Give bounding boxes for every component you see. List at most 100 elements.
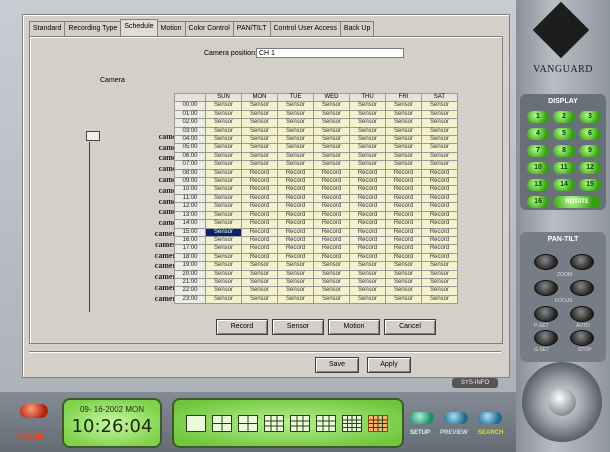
hour-label[interactable]: 06:00	[174, 151, 206, 162]
hour-label[interactable]: 07:00	[174, 160, 206, 170]
schedule-cell[interactable]: Sensor	[385, 126, 422, 137]
schedule-cell[interactable]: Sensor	[241, 286, 278, 296]
schedule-cell[interactable]: Record	[385, 185, 422, 195]
schedule-cell[interactable]: Sensor	[277, 277, 314, 288]
schedule-cell[interactable]: Sensor	[349, 294, 386, 305]
schedule-cell[interactable]: Record	[241, 185, 278, 195]
camera-position-field[interactable]: CH 1	[256, 48, 404, 58]
schedule-cell[interactable]: Sensor	[277, 143, 314, 153]
hour-label[interactable]: 09:00	[174, 177, 206, 187]
schedule-cell[interactable]: Sensor	[349, 261, 386, 271]
day-header[interactable]: SAT	[421, 92, 458, 103]
apply-button[interactable]: Apply	[367, 357, 411, 373]
schedule-cell[interactable]: Sensor	[385, 118, 422, 128]
schedule-cell[interactable]: Sensor	[241, 261, 278, 271]
schedule-cell[interactable]: Record	[277, 252, 314, 263]
channel-button[interactable]: 9	[579, 145, 601, 157]
schedule-cell[interactable]: Record	[349, 219, 386, 229]
channel-button[interactable]: 2	[553, 111, 575, 123]
schedule-cell[interactable]: Sensor	[385, 277, 422, 288]
schedule-cell[interactable]: Sensor	[385, 101, 422, 111]
schedule-cell[interactable]: Record	[277, 219, 314, 229]
schedule-cell[interactable]: Sensor	[385, 286, 422, 296]
channel-button[interactable]: 6	[579, 128, 601, 140]
schedule-cell[interactable]: Sensor	[349, 160, 386, 170]
schedule-cell[interactable]: Record	[349, 252, 386, 263]
schedule-cell[interactable]: Record	[349, 210, 386, 221]
stop-button[interactable]	[570, 330, 594, 346]
schedule-cell[interactable]: Record	[313, 185, 350, 195]
sys-info-button[interactable]: SYS-INFO	[452, 378, 498, 388]
schedule-cell[interactable]: Sensor	[205, 160, 242, 170]
hour-label[interactable]: 01:00	[174, 109, 206, 120]
hour-label[interactable]: 02:00	[174, 118, 206, 128]
hour-label[interactable]: 03:00	[174, 126, 206, 137]
focus-near-button[interactable]	[534, 280, 558, 296]
save-button[interactable]: Save	[315, 357, 359, 373]
schedule-cell[interactable]: Sensor	[385, 143, 422, 153]
channel-button[interactable]: 10	[527, 162, 549, 174]
schedule-cell[interactable]: Record	[277, 210, 314, 221]
hour-label[interactable]: 20:00	[174, 269, 206, 279]
schedule-cell[interactable]: Sensor	[277, 286, 314, 296]
hour-label[interactable]: 21:00	[174, 277, 206, 288]
layout-option-icon[interactable]	[342, 415, 362, 432]
schedule-cell[interactable]: Record	[313, 227, 350, 237]
layout-option-icon[interactable]	[212, 415, 232, 432]
schedule-cell[interactable]: Sensor	[205, 185, 242, 195]
schedule-cell[interactable]: Record	[241, 235, 278, 246]
schedule-cell[interactable]: Record	[241, 244, 278, 254]
schedule-cell[interactable]: Sensor	[205, 294, 242, 305]
schedule-cell[interactable]: Record	[349, 193, 386, 204]
channel-button[interactable]: 15	[579, 179, 601, 191]
schedule-cell[interactable]: Sensor	[349, 269, 386, 279]
channel-button[interactable]: 3	[579, 111, 601, 123]
motion-button[interactable]: Motion	[328, 319, 380, 335]
hour-label[interactable]: 08:00	[174, 168, 206, 179]
schedule-cell[interactable]: Sensor	[205, 269, 242, 279]
schedule-cell[interactable]: Sensor	[313, 151, 350, 162]
day-header[interactable]: TUE	[277, 92, 314, 103]
schedule-cell[interactable]: Sensor	[385, 269, 422, 279]
schedule-cell[interactable]: Sensor	[421, 143, 458, 153]
layout-option-icon[interactable]	[316, 415, 336, 432]
schedule-cell[interactable]: Record	[349, 227, 386, 237]
schedule-cell[interactable]: Sensor	[421, 277, 458, 288]
schedule-cell[interactable]: Record	[421, 168, 458, 179]
layout-option-icon[interactable]	[186, 415, 206, 432]
schedule-cell[interactable]: Sensor	[421, 109, 458, 120]
schedule-cell[interactable]: Record	[421, 227, 458, 237]
schedule-cell[interactable]: Record	[277, 244, 314, 254]
hour-label[interactable]: 13:00	[174, 210, 206, 221]
schedule-cell[interactable]: Record	[421, 202, 458, 212]
hour-label[interactable]: 14:00	[174, 219, 206, 229]
schedule-cell[interactable]: Sensor	[205, 244, 242, 254]
schedule-cell[interactable]: Sensor	[313, 126, 350, 137]
tab-schedule[interactable]: Schedule	[120, 19, 158, 36]
hour-label[interactable]: 04:00	[174, 135, 206, 145]
schedule-cell[interactable]: Record	[385, 244, 422, 254]
schedule-cell[interactable]: Sensor	[241, 151, 278, 162]
schedule-cell[interactable]: Sensor	[313, 101, 350, 111]
schedule-cell[interactable]: Record	[385, 227, 422, 237]
schedule-cell[interactable]: Record	[385, 235, 422, 246]
schedule-cell[interactable]: Sensor	[205, 261, 242, 271]
schedule-cell[interactable]: Sensor	[421, 101, 458, 111]
schedule-cell[interactable]: Record	[421, 177, 458, 187]
day-header[interactable]: FRI	[385, 92, 422, 103]
schedule-cell[interactable]: Record	[349, 244, 386, 254]
layout-option-icon[interactable]	[368, 415, 388, 432]
schedule-cell[interactable]: Record	[349, 177, 386, 187]
day-header[interactable]: WED	[313, 92, 350, 103]
hour-label[interactable]: 12:00	[174, 202, 206, 212]
schedule-cell[interactable]: Sensor	[349, 126, 386, 137]
sensor-button[interactable]: Sensor	[272, 319, 324, 335]
hour-label[interactable]: 10:00	[174, 185, 206, 195]
schedule-cell[interactable]: Sensor	[313, 277, 350, 288]
schedule-cell[interactable]: Sensor	[421, 126, 458, 137]
schedule-cell[interactable]: Record	[421, 193, 458, 204]
schedule-cell[interactable]: Sensor	[205, 177, 242, 187]
schedule-cell[interactable]: Sensor	[241, 126, 278, 137]
channel-button[interactable]: 1	[527, 111, 549, 123]
schedule-cell[interactable]: Sensor	[313, 269, 350, 279]
